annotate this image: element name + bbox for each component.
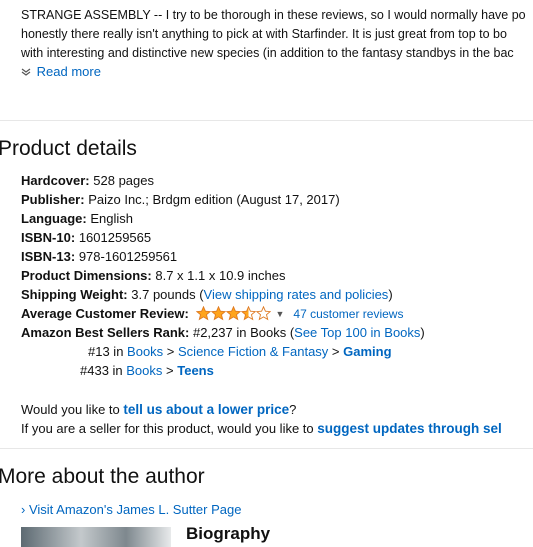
subrank-teens: #433 in Books > Teens: [21, 361, 425, 380]
category-books-link[interactable]: Books: [127, 344, 163, 359]
subrank-value: #13 in: [88, 344, 128, 359]
star-icon: [211, 306, 227, 321]
read-more-label: Read more: [36, 64, 101, 79]
breadcrumb-separator: >: [328, 344, 344, 359]
detail-value: 8.7 x 1.1 x 10.9 inches: [155, 268, 286, 283]
detail-value: Paizo Inc.; Brdgm edition (August 17, 20…: [88, 192, 340, 207]
detail-value-close: ): [388, 287, 393, 302]
chevron-down-icon[interactable]: ▼: [275, 305, 284, 324]
category-teens-link[interactable]: Teens: [177, 363, 214, 378]
detail-best-sellers-rank: Amazon Best Sellers Rank: #2,237 in Book…: [21, 323, 425, 342]
detail-value: 3.7 pounds (: [131, 287, 204, 302]
review-snippet: STRANGE ASSEMBLY -- I try to be thorough…: [21, 6, 533, 63]
lower-price-end: ?: [289, 402, 297, 417]
subrank-gaming: #13 in Books > Science Fiction & Fantasy…: [21, 342, 425, 361]
detail-language: Language: English: [21, 209, 425, 228]
detail-label: ISBN-13:: [21, 249, 76, 264]
star-rating[interactable]: [196, 306, 272, 321]
author-photo[interactable]: [21, 527, 171, 547]
star-icon: [226, 306, 242, 321]
breadcrumb-separator: >: [163, 344, 179, 359]
section-divider: [0, 120, 533, 121]
detail-value-close: ): [420, 325, 425, 340]
read-more-link[interactable]: Read more: [21, 64, 101, 79]
top-100-books-link[interactable]: See Top 100 in Books: [294, 325, 420, 340]
detail-label: Shipping Weight:: [21, 287, 128, 302]
detail-value: #2,237 in Books (: [192, 325, 295, 340]
shipping-rates-link[interactable]: View shipping rates and policies: [204, 287, 389, 302]
product-details-list: Hardcover: 528 pages Publisher: Paizo In…: [21, 171, 425, 380]
detail-value: 528 pages: [93, 173, 154, 188]
detail-value: 1601259565: [78, 230, 152, 245]
detail-shipping-weight: Shipping Weight: 3.7 pounds (View shippi…: [21, 285, 425, 304]
detail-hardcover: Hardcover: 528 pages: [21, 171, 425, 190]
feedback-block: Would you like to tell us about a lower …: [21, 400, 502, 438]
product-details-title: Product details: [0, 137, 137, 160]
detail-publisher: Publisher: Paizo Inc.; Brdgm edition (Au…: [21, 190, 425, 209]
detail-label: Publisher:: [21, 192, 85, 207]
detail-value: 978-1601259561: [78, 249, 178, 264]
detail-label: Amazon Best Sellers Rank:: [21, 325, 190, 340]
star-icon: [256, 306, 272, 321]
review-line-1: STRANGE ASSEMBLY -- I try to be thorough…: [21, 8, 526, 22]
suggest-updates-text: If you are a seller for this product, wo…: [21, 421, 318, 436]
chevron-down-icon: [21, 68, 33, 79]
detail-label: Product Dimensions:: [21, 268, 152, 283]
author-section-title: More about the author: [0, 465, 205, 488]
lower-price-text: Would you like to: [21, 402, 124, 417]
detail-label: ISBN-10:: [21, 230, 76, 245]
detail-dimensions: Product Dimensions: 8.7 x 1.1 x 10.9 inc…: [21, 266, 425, 285]
lower-price-link[interactable]: tell us about a lower price: [123, 402, 289, 417]
category-books-link[interactable]: Books: [126, 363, 162, 378]
star-icon: [196, 306, 212, 321]
detail-label: Average Customer Review:: [21, 306, 189, 321]
subrank-value: #433 in: [80, 363, 127, 378]
section-divider: [0, 448, 533, 449]
detail-isbn13: ISBN-13: 978-1601259561: [21, 247, 425, 266]
suggest-updates-line: If you are a seller for this product, wo…: [21, 419, 502, 438]
detail-label: Language:: [21, 211, 87, 226]
suggest-updates-link[interactable]: suggest updates through sel: [317, 421, 502, 436]
detail-average-review: Average Customer Review: ▼ 47 customer re…: [21, 304, 425, 323]
visit-author-page-link[interactable]: › Visit Amazon's James L. Sutter Page: [21, 502, 241, 517]
star-icon: [241, 306, 257, 321]
lower-price-line: Would you like to tell us about a lower …: [21, 400, 502, 419]
breadcrumb-separator: >: [162, 363, 178, 378]
review-line-2: honestly there really isn't anything to …: [21, 27, 507, 41]
category-gaming-link[interactable]: Gaming: [343, 344, 391, 359]
review-line-3: with interesting and distinctive new spe…: [21, 46, 514, 60]
detail-value: English: [90, 211, 133, 226]
detail-isbn10: ISBN-10: 1601259565: [21, 228, 425, 247]
biography-heading: Biography: [186, 524, 271, 543]
category-scifi-fantasy-link[interactable]: Science Fiction & Fantasy: [178, 344, 328, 359]
customer-reviews-link[interactable]: 47 customer reviews: [293, 307, 403, 321]
detail-label: Hardcover:: [21, 173, 90, 188]
